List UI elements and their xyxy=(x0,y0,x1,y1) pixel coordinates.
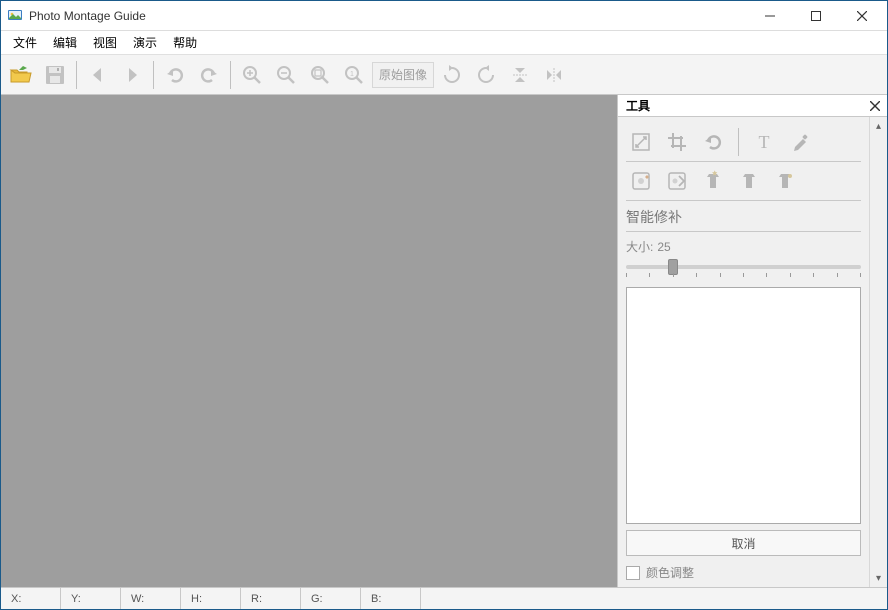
rotate-cw-button[interactable] xyxy=(436,59,468,91)
scroll-up-icon[interactable]: ▴ xyxy=(870,117,887,135)
maximize-button[interactable] xyxy=(793,1,839,31)
status-spacer xyxy=(421,588,887,609)
tool-panel: 工具 xyxy=(617,95,887,587)
cancel-button[interactable]: 取消 xyxy=(626,530,861,556)
open-button[interactable] xyxy=(5,59,37,91)
menu-file[interactable]: 文件 xyxy=(7,32,43,53)
wizard-3-button[interactable] xyxy=(770,166,800,196)
size-label: 大小: xyxy=(626,238,653,255)
save-button[interactable] xyxy=(39,59,71,91)
undo-button[interactable] xyxy=(159,59,191,91)
main-area: 工具 xyxy=(1,95,887,587)
statusbar: X: Y: W: H: R: G: B: xyxy=(1,587,887,609)
smart-remove-button[interactable] xyxy=(662,166,692,196)
menu-help[interactable]: 帮助 xyxy=(167,32,203,53)
color-adjust-row: 颜色调整 xyxy=(626,562,861,585)
window-controls xyxy=(747,1,885,31)
crop-tool-button[interactable] xyxy=(662,127,692,157)
scroll-down-icon[interactable]: ▾ xyxy=(870,569,887,587)
wizard-2-button[interactable] xyxy=(734,166,764,196)
size-value: 25 xyxy=(657,240,670,254)
zoom-out-button[interactable] xyxy=(270,59,302,91)
svg-text:T: T xyxy=(759,132,770,152)
forward-button[interactable] xyxy=(116,59,148,91)
status-r: R: xyxy=(241,588,301,609)
svg-text:1: 1 xyxy=(350,71,354,78)
zoom-fit-button[interactable] xyxy=(304,59,336,91)
back-button[interactable] xyxy=(82,59,114,91)
original-image-button[interactable]: 原始图像 xyxy=(372,62,434,88)
tool-row-2 xyxy=(626,162,861,201)
menu-demo[interactable]: 演示 xyxy=(127,32,163,53)
color-adjust-label: 颜色调整 xyxy=(646,564,694,581)
toolbar-separator xyxy=(153,61,154,89)
canvas[interactable] xyxy=(1,95,617,587)
panel-title: 工具 xyxy=(626,97,650,114)
menu-view[interactable]: 视图 xyxy=(87,32,123,53)
minimize-button[interactable] xyxy=(747,1,793,31)
redo-button[interactable] xyxy=(193,59,225,91)
toolbar-separator xyxy=(76,61,77,89)
toolbar: 1 原始图像 xyxy=(1,55,887,95)
menu-edit[interactable]: 编辑 xyxy=(47,32,83,53)
status-x: X: xyxy=(1,588,61,609)
wizard-1-button[interactable] xyxy=(698,166,728,196)
panel-close-button[interactable] xyxy=(867,98,883,114)
size-slider[interactable] xyxy=(626,257,861,281)
flip-vertical-button[interactable] xyxy=(504,59,536,91)
size-row: 大小: 25 xyxy=(626,232,861,257)
menubar: 文件 编辑 视图 演示 帮助 xyxy=(1,31,887,55)
resize-tool-button[interactable] xyxy=(626,127,656,157)
toolbar-separator xyxy=(230,61,231,89)
status-h: H: xyxy=(181,588,241,609)
rotate-ccw-button[interactable] xyxy=(470,59,502,91)
titlebar: Photo Montage Guide xyxy=(1,1,887,31)
app-icon xyxy=(7,8,23,24)
status-y: Y: xyxy=(61,588,121,609)
close-button[interactable] xyxy=(839,1,885,31)
panel-scrollbar[interactable]: ▴ ▾ xyxy=(869,117,887,587)
section-title: 智能修补 xyxy=(626,201,861,232)
zoom-actual-button[interactable]: 1 xyxy=(338,59,370,91)
status-g: G: xyxy=(301,588,361,609)
color-adjust-checkbox[interactable] xyxy=(626,566,640,580)
undo-tool-button[interactable] xyxy=(698,127,728,157)
tool-row-1: T xyxy=(626,123,861,162)
panel-header: 工具 xyxy=(618,95,887,117)
status-w: W: xyxy=(121,588,181,609)
preview-box xyxy=(626,287,861,524)
window-title: Photo Montage Guide xyxy=(29,9,747,23)
smart-patch-button[interactable] xyxy=(626,166,656,196)
flip-horizontal-button[interactable] xyxy=(538,59,570,91)
tool-separator xyxy=(738,128,739,156)
zoom-in-button[interactable] xyxy=(236,59,268,91)
settings-tool-button[interactable] xyxy=(785,127,815,157)
text-tool-button[interactable]: T xyxy=(749,127,779,157)
status-b: B: xyxy=(361,588,421,609)
